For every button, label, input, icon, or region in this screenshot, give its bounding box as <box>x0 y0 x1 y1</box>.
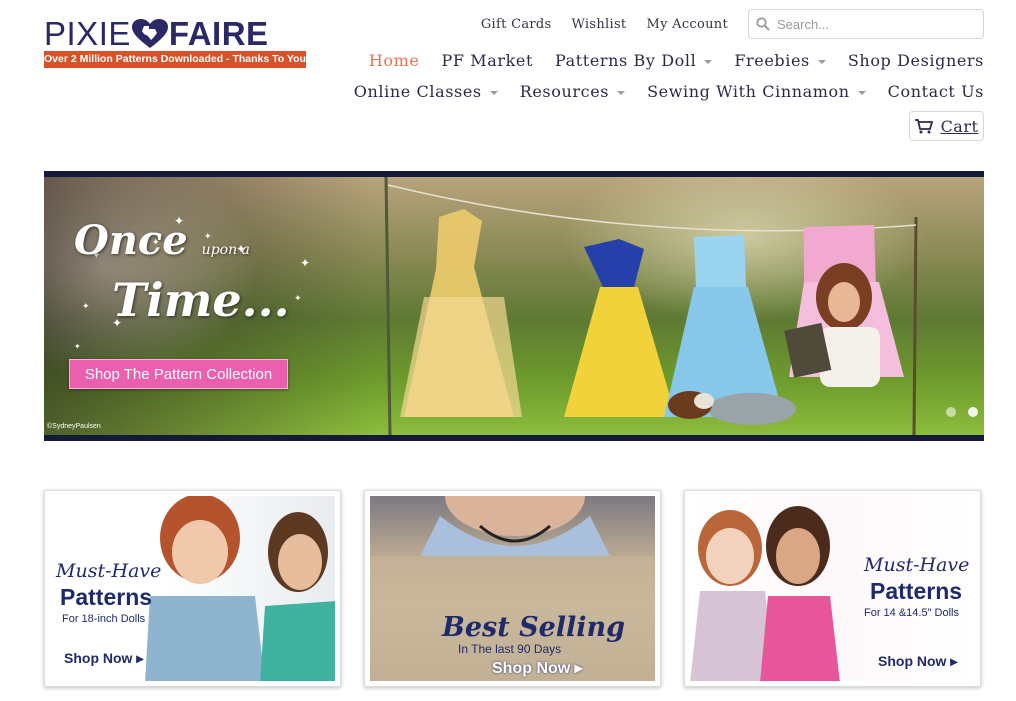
nav-online-classes[interactable]: Online Classes <box>354 82 498 101</box>
heart-texas-icon <box>131 19 168 48</box>
tile1-shop-now: Shop Now ▸ <box>64 650 144 666</box>
nav-pf-market[interactable]: PF Market <box>441 51 533 70</box>
tile2-shop-now: Shop Now ▸ <box>492 660 583 677</box>
nav-contact-us[interactable]: Contact Us <box>888 82 984 101</box>
logo-name-right: FAIRE <box>168 15 269 52</box>
caret-down-icon <box>617 90 626 95</box>
nav-resources[interactable]: Resources <box>519 82 626 101</box>
tile2-script: Best Selling <box>442 612 626 643</box>
promo-tile-best-selling-image: Best Selling In The last 90 Days Shop No… <box>370 496 655 681</box>
my-account-link[interactable]: My Account <box>646 17 728 32</box>
nav-home-label: Home <box>368 51 420 70</box>
nav-online-classes-label: Online Classes <box>353 82 482 101</box>
main-nav-row-2: Online Classes Resources Sewing With Cin… <box>354 82 984 101</box>
nav-contact-us-label: Contact Us <box>887 82 984 101</box>
slider-dot-2[interactable] <box>968 407 978 417</box>
nav-shop-designers[interactable]: Shop Designers <box>848 51 984 70</box>
search-input[interactable] <box>777 16 967 32</box>
promo-tile-18-inch[interactable]: Must-Have Patterns For 18-inch Dolls Sho… <box>44 490 341 687</box>
caret-down-icon <box>704 59 713 64</box>
tile3-shop-now: Shop Now ▸ <box>878 653 958 669</box>
tile1-shop-now-label: Shop Now <box>64 650 133 666</box>
hero-image: ✦ ✦ ✦ ✦ ✦ ✦ ✦ ✦ ✦ ✦ Once upon a Time... … <box>44 177 984 435</box>
caret-down-icon <box>857 90 866 95</box>
nav-shop-designers-label: Shop Designers <box>847 51 984 70</box>
tile2-small: In The last 90 Days <box>458 642 562 656</box>
nav-patterns-by-doll-label: Patterns By Doll <box>554 51 697 70</box>
wishlist-link[interactable]: Wishlist <box>572 17 627 32</box>
hero-banner[interactable]: ✦ ✦ ✦ ✦ ✦ ✦ ✦ ✦ ✦ ✦ Once upon a Time... … <box>44 171 984 441</box>
hero-title-line2: Time... <box>112 273 290 327</box>
promo-tile-14-inch[interactable]: Must-Have Patterns For 14 &14.5" Dolls S… <box>684 490 981 687</box>
hero-title: Once upon a Time... <box>74 219 304 328</box>
utility-nav: Gift Cards Wishlist My Account <box>481 17 728 32</box>
photo-credit: ©SydneyPaulsen <box>47 423 101 430</box>
cart-button[interactable]: Cart <box>909 111 984 141</box>
caret-down-icon <box>489 90 498 95</box>
caret-down-icon <box>817 59 826 64</box>
slider-dot-1[interactable] <box>946 407 956 417</box>
nav-pf-market-label: PF Market <box>441 51 533 70</box>
tile2-shop-now-label: Shop Now <box>492 660 571 677</box>
nav-sewing-with-cinnamon[interactable]: Sewing With Cinnamon <box>647 82 866 101</box>
nav-patterns-by-doll[interactable]: Patterns By Doll <box>554 51 713 70</box>
main-nav-row-1: Home PF Market Patterns By Doll Freebies… <box>369 51 984 70</box>
cart-icon <box>914 118 933 133</box>
slider-dots <box>946 407 978 417</box>
logo-wordmark: PIXIE FAIRE <box>44 15 306 52</box>
nav-freebies[interactable]: Freebies <box>734 51 826 70</box>
tile1-small: For 18-inch Dolls <box>62 613 146 625</box>
site-logo[interactable]: PIXIE FAIRE Over 2 Million Patterns Down… <box>44 15 306 68</box>
nav-resources-label: Resources <box>519 82 610 101</box>
hero-title-line1: Once <box>74 217 188 264</box>
tile3-big: Patterns <box>870 578 963 604</box>
promo-tile-18-inch-image: Must-Have Patterns For 18-inch Dolls Sho… <box>50 496 335 681</box>
tile3-script: Must-Have <box>864 554 970 576</box>
nav-home[interactable]: Home <box>369 51 420 70</box>
gift-cards-link[interactable]: Gift Cards <box>481 17 552 32</box>
tile3-small: For 14 &14.5" Dolls <box>864 607 960 619</box>
tile3-shop-now-label: Shop Now <box>878 653 947 669</box>
cart-label: Cart <box>940 116 979 136</box>
promo-tile-best-selling[interactable]: Best Selling In The last 90 Days Shop No… <box>364 490 661 687</box>
hero-title-small: upon a <box>201 242 250 258</box>
logo-name-left: PIXIE <box>44 15 131 52</box>
promo-tile-14-inch-image: Must-Have Patterns For 14 &14.5" Dolls S… <box>690 496 975 681</box>
search-box[interactable] <box>748 9 984 39</box>
tile1-script: Must-Have <box>56 560 162 582</box>
nav-freebies-label: Freebies <box>734 51 810 70</box>
tile1-big: Patterns <box>60 584 153 610</box>
shop-pattern-collection-button[interactable]: Shop The Pattern Collection <box>69 359 288 389</box>
logo-tagline: Over 2 Million Patterns Downloaded - Tha… <box>44 51 306 68</box>
nav-sewing-with-cinnamon-label: Sewing With Cinnamon <box>647 82 850 101</box>
search-icon <box>749 17 777 31</box>
